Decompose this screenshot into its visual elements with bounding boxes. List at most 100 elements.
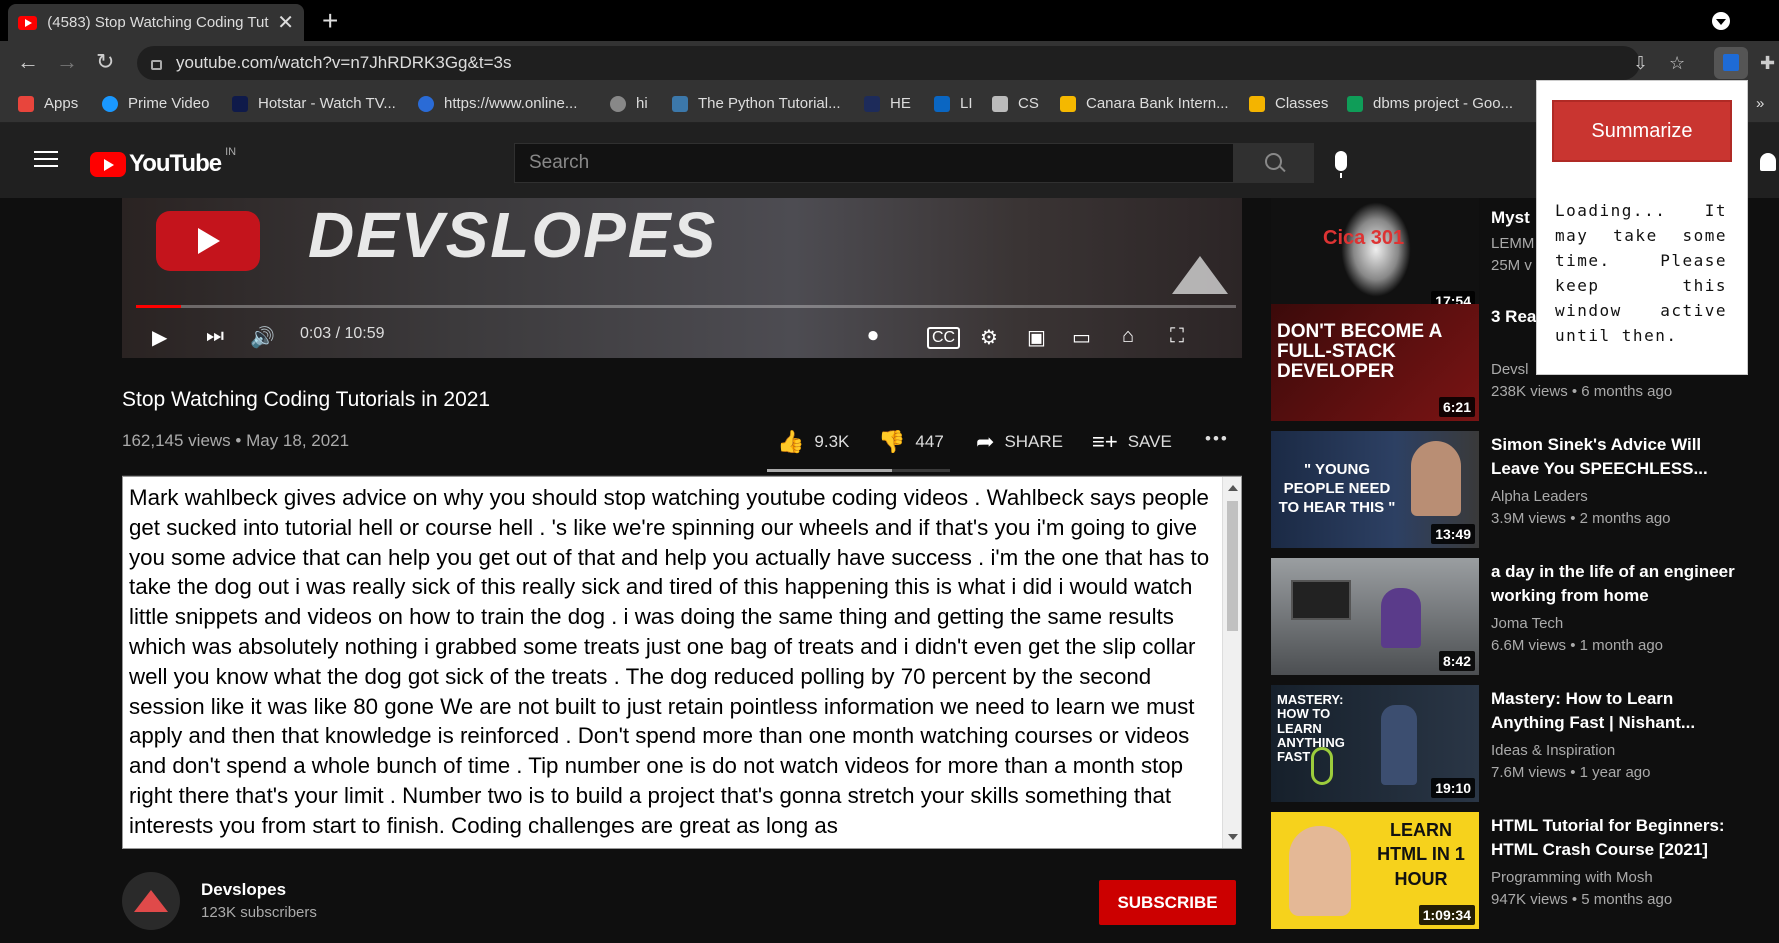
new-tab-button[interactable]: + bbox=[322, 5, 338, 37]
recommendation-channel[interactable]: Alpha Leaders bbox=[1491, 488, 1588, 505]
recommendation-channel[interactable]: Ideas & Inspiration bbox=[1491, 742, 1615, 759]
theater-mode-icon[interactable]: ▭ bbox=[1072, 325, 1091, 350]
dislike-button[interactable]: 👎 447 bbox=[878, 429, 944, 455]
bookmark-star-icon[interactable]: ☆ bbox=[1669, 53, 1685, 74]
recommendation-channel[interactable]: Joma Tech bbox=[1491, 615, 1563, 632]
extension-popup: Summarize Loading... It may take some ti… bbox=[1536, 80, 1748, 375]
person-image bbox=[1381, 588, 1421, 648]
duration-badge: 8:42 bbox=[1438, 651, 1475, 671]
channel-avatar[interactable] bbox=[122, 872, 180, 930]
search-button[interactable] bbox=[1234, 143, 1314, 183]
progress-bar[interactable] bbox=[136, 305, 1236, 308]
play-icon[interactable]: ▶ bbox=[152, 325, 167, 350]
more-bookmarks-icon[interactable]: » bbox=[1756, 95, 1764, 112]
canara-icon bbox=[1060, 95, 1076, 112]
forward-icon[interactable]: → bbox=[56, 49, 78, 75]
bookmark-item[interactable]: Canara Bank Intern... bbox=[1060, 95, 1229, 112]
tab-search-icon[interactable] bbox=[1712, 12, 1730, 30]
scrollbar[interactable] bbox=[1222, 477, 1241, 848]
extensions-puzzle-icon[interactable]: ✚ bbox=[1760, 53, 1775, 74]
video-thumbnail[interactable]: Cica 301 17:54 bbox=[1271, 198, 1479, 315]
scroll-down-icon[interactable] bbox=[1228, 834, 1238, 840]
summarize-button[interactable]: Summarize bbox=[1552, 100, 1732, 162]
presenter-image bbox=[1289, 826, 1351, 916]
save-button[interactable]: ≡+ SAVE bbox=[1092, 429, 1172, 455]
recommendation-views: 3.9M views • 2 months ago bbox=[1491, 510, 1671, 527]
hotstar-icon bbox=[232, 95, 248, 112]
thumbs-down-icon: 👎 bbox=[878, 429, 906, 454]
bookmark-item[interactable]: HE bbox=[864, 95, 911, 112]
video-thumbnail[interactable]: DON'T BECOME A FULL-STACK DEVELOPER 6:21 bbox=[1271, 304, 1479, 421]
drive-icon bbox=[1347, 95, 1363, 112]
bookmark-item[interactable]: Classes bbox=[1249, 95, 1328, 112]
menu-icon[interactable] bbox=[34, 151, 58, 169]
settings-gear-icon[interactable]: ⚙ bbox=[980, 325, 998, 350]
like-button[interactable]: 👍 9.3K bbox=[777, 429, 849, 455]
video-thumbnail[interactable]: " YOUNG PEOPLE NEED TO HEAR THIS " 13:49 bbox=[1271, 431, 1479, 548]
close-tab-icon[interactable]: ✕ bbox=[277, 10, 294, 35]
watermark-triangle-icon bbox=[1172, 256, 1228, 294]
scroll-thumb[interactable] bbox=[1227, 501, 1238, 631]
bookmark-item[interactable]: Hotstar - Watch TV... bbox=[232, 95, 396, 112]
video-player[interactable]: DEVSLOPES ▶ ⏭ 🔊 0:03 / 10:59 ⏺ CC ⚙ ▣ ▭ … bbox=[122, 198, 1242, 358]
monitor-image bbox=[1291, 580, 1351, 620]
microphone-icon[interactable] bbox=[1335, 151, 1347, 178]
bookmark-item[interactable]: https://www.online... bbox=[418, 95, 577, 112]
apps-grid-icon bbox=[18, 95, 34, 112]
bookmark-item[interactable]: dbms project - Goo... bbox=[1347, 95, 1513, 112]
recommendation-item[interactable]: MASTERY: HOW TO LEARN ANYTHING FAST 19:1… bbox=[1271, 685, 1779, 802]
youtube-logo[interactable]: YouTube IN bbox=[90, 146, 236, 178]
recommendation-title[interactable]: a day in the life of an engineer working… bbox=[1491, 560, 1751, 608]
summarizer-extension-icon[interactable] bbox=[1714, 47, 1748, 79]
browser-tab[interactable]: (4583) Stop Watching Coding Tut ✕ bbox=[8, 4, 304, 41]
recommendation-views: 25M v bbox=[1491, 257, 1532, 274]
subscribe-button[interactable]: SUBSCRIBE bbox=[1099, 880, 1236, 925]
bookmark-item[interactable]: hi bbox=[610, 95, 648, 112]
captions-icon[interactable]: CC bbox=[927, 327, 961, 349]
recommendation-channel[interactable]: Programming with Mosh bbox=[1491, 869, 1653, 886]
recommendation-title[interactable]: Mastery: How to Learn Anything Fast | Ni… bbox=[1491, 687, 1751, 735]
recommendation-channel[interactable]: LEMM bbox=[1491, 235, 1534, 252]
python-icon bbox=[672, 95, 688, 112]
bulb-icon bbox=[1311, 747, 1333, 785]
url-text: youtube.com/watch?v=n7JhRDRK3Gg&t=3s bbox=[176, 53, 512, 72]
more-actions-icon[interactable]: ••• bbox=[1205, 429, 1229, 449]
back-icon[interactable]: ← bbox=[17, 49, 39, 75]
search-input[interactable]: Search bbox=[514, 143, 1234, 183]
video-thumbnail[interactable]: 8:42 bbox=[1271, 558, 1479, 675]
channel-name[interactable]: Devslopes bbox=[201, 880, 286, 900]
recommendation-item[interactable]: " YOUNG PEOPLE NEED TO HEAR THIS " 13:49… bbox=[1271, 431, 1779, 548]
install-app-icon[interactable]: ⇩ bbox=[1633, 53, 1648, 74]
bookmark-item[interactable]: The Python Tutorial... bbox=[672, 95, 841, 112]
share-arrow-icon: ➦ bbox=[976, 429, 995, 454]
address-bar[interactable]: youtube.com/watch?v=n7JhRDRK3Gg&t=3s bbox=[137, 46, 1640, 80]
fullscreen-icon[interactable]: ⛶ bbox=[1170, 325, 1184, 348]
recommendation-item[interactable]: LEARN HTML IN 1 HOUR 1:09:34 HTML Tutori… bbox=[1271, 812, 1779, 929]
autoplay-toggle[interactable]: ⏺ bbox=[868, 325, 878, 348]
video-thumbnail[interactable]: LEARN HTML IN 1 HOUR 1:09:34 bbox=[1271, 812, 1479, 929]
volume-icon[interactable]: 🔊 bbox=[250, 325, 275, 350]
reload-icon[interactable]: ↻ bbox=[96, 49, 114, 75]
bookmark-item[interactable]: CS bbox=[992, 95, 1039, 112]
recommendation-views: 7.6M views • 1 year ago bbox=[1491, 764, 1651, 781]
summary-text: Mark wahlbeck gives advice on why you sh… bbox=[129, 485, 1210, 838]
recommendation-views: 6.6M views • 1 month ago bbox=[1491, 637, 1664, 654]
video-thumbnail[interactable]: MASTERY: HOW TO LEARN ANYTHING FAST 19:1… bbox=[1271, 685, 1479, 802]
next-icon[interactable]: ⏭ bbox=[206, 325, 224, 348]
recommendation-channel[interactable]: Devsl bbox=[1491, 361, 1529, 378]
scroll-up-icon[interactable] bbox=[1228, 485, 1238, 491]
video-meta: 162,145 views • May 18, 2021 bbox=[122, 431, 350, 450]
share-button[interactable]: ➦ SHARE bbox=[976, 429, 1063, 455]
bookmark-item[interactable]: LI bbox=[934, 95, 973, 112]
recommendation-views: 947K views • 5 months ago bbox=[1491, 891, 1673, 908]
recommendation-item[interactable]: 8:42 a day in the life of an engineer wo… bbox=[1271, 558, 1779, 675]
summary-textarea[interactable]: Mark wahlbeck gives advice on why you sh… bbox=[122, 476, 1242, 849]
bookmark-item[interactable]: Prime Video bbox=[102, 95, 209, 112]
bookmark-item[interactable]: Apps bbox=[18, 95, 78, 112]
notifications-bell-icon[interactable] bbox=[1760, 153, 1776, 171]
miniplayer-icon[interactable]: ▣ bbox=[1027, 325, 1046, 350]
recommendation-title[interactable]: HTML Tutorial for Beginners: HTML Crash … bbox=[1491, 814, 1751, 862]
duration-badge: 13:49 bbox=[1431, 524, 1475, 544]
recommendation-title[interactable]: Simon Sinek's Advice Will Leave You SPEE… bbox=[1491, 433, 1751, 481]
cast-icon[interactable]: ⌂ bbox=[1122, 325, 1134, 348]
